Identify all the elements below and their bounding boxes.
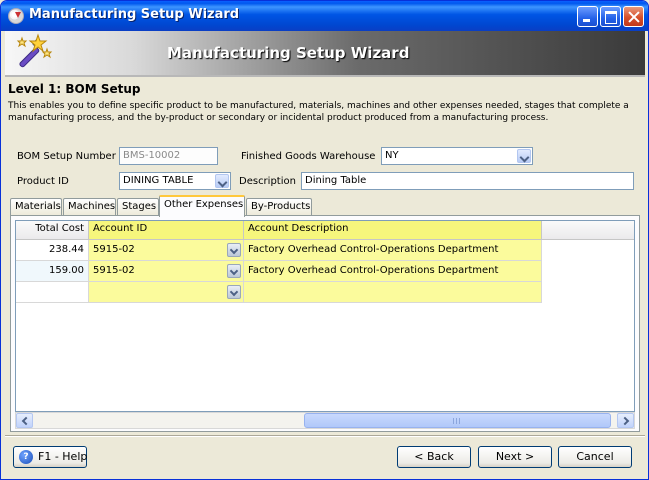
help-button-label: F1 - Help [38, 450, 88, 463]
description-field[interactable]: Dining Table [301, 172, 634, 190]
total-cost-cell[interactable] [16, 282, 89, 303]
account-description-cell[interactable] [244, 282, 542, 303]
total-cost-cell[interactable]: 238.44 [16, 240, 89, 261]
table-row-new[interactable] [16, 282, 634, 303]
cancel-button[interactable]: Cancel [558, 446, 632, 468]
account-id-cell[interactable]: 5915-02 [89, 240, 244, 261]
page-description: This enables you to define specific prod… [8, 101, 629, 123]
product-id-value: DINING TABLE [123, 175, 194, 186]
maximize-button[interactable] [600, 6, 621, 27]
help-button[interactable]: ? F1 - Help [13, 446, 87, 468]
chevron-down-icon[interactable] [215, 174, 229, 188]
page-title: Level 1: BOM Setup [8, 82, 141, 96]
account-id-value: 5915-02 [93, 265, 135, 276]
divider [5, 75, 645, 77]
description-label: Description [239, 176, 296, 187]
table-row[interactable]: 238.44 5915-02 Factory Overhead Control-… [16, 240, 634, 261]
wizard-banner: Manufacturing Setup Wizard [5, 31, 645, 75]
next-button[interactable]: Next > [478, 446, 552, 468]
scroll-left-icon[interactable] [16, 413, 33, 428]
finished-goods-warehouse-select[interactable]: NY [381, 147, 533, 165]
magic-wand-icon [16, 33, 53, 68]
app-icon [8, 8, 24, 24]
account-id-cell[interactable] [89, 282, 244, 303]
column-header-account-description[interactable]: Account Description [244, 221, 542, 240]
chevron-down-icon[interactable] [227, 285, 241, 299]
account-id-cell[interactable]: 5915-02 [89, 261, 244, 282]
product-id-label: Product ID [17, 176, 69, 187]
other-expenses-panel: Total Cost Account ID Account Descriptio… [10, 215, 640, 432]
tab-strip: Materials Machines Stages Other Expenses… [10, 195, 640, 217]
title-bar[interactable]: Manufacturing Setup Wizard [1, 1, 648, 31]
product-id-select[interactable]: DINING TABLE [119, 172, 231, 190]
tab-other-expenses[interactable]: Other Expenses [159, 195, 245, 217]
chevron-down-icon[interactable] [227, 243, 241, 257]
total-cost-cell[interactable]: 159.00 [16, 261, 89, 282]
tab-stages[interactable]: Stages [117, 198, 159, 216]
column-header-blank [542, 221, 634, 240]
minimize-button[interactable] [577, 6, 598, 27]
help-icon: ? [19, 450, 33, 464]
wizard-window: Manufacturing Setup Wizard Manufacturing… [0, 0, 649, 480]
expenses-grid: Total Cost Account ID Account Descriptio… [15, 220, 635, 412]
column-header-total-cost[interactable]: Total Cost [16, 221, 89, 240]
scrollbar-thumb[interactable] [304, 413, 611, 428]
close-button[interactable] [623, 6, 644, 27]
window-title: Manufacturing Setup Wizard [29, 7, 240, 22]
horizontal-scrollbar[interactable] [15, 412, 635, 429]
account-description-cell[interactable]: Factory Overhead Control-Operations Depa… [244, 240, 542, 261]
tab-by-products[interactable]: By-Products [246, 198, 312, 216]
finished-goods-warehouse-value: NY [385, 150, 399, 161]
column-header-account-id[interactable]: Account ID [89, 221, 244, 240]
banner-title: Manufacturing Setup Wizard [167, 44, 410, 62]
chevron-down-icon[interactable] [227, 264, 241, 278]
divider [5, 435, 645, 437]
finished-goods-warehouse-label: Finished Goods Warehouse [241, 151, 376, 162]
table-row[interactable]: 159.00 5915-02 Factory Overhead Control-… [16, 261, 634, 282]
tab-materials[interactable]: Materials [10, 198, 62, 216]
bom-setup-number-label: BOM Setup Number [17, 151, 116, 162]
account-description-cell[interactable]: Factory Overhead Control-Operations Depa… [244, 261, 542, 282]
back-button[interactable]: < Back [397, 446, 471, 468]
account-id-value: 5915-02 [93, 244, 135, 255]
bom-setup-number-field[interactable]: BMS-10002 [119, 147, 218, 165]
scroll-right-icon[interactable] [617, 413, 634, 428]
chevron-down-icon[interactable] [517, 149, 531, 163]
tab-machines[interactable]: Machines [63, 198, 116, 216]
grid-header: Total Cost Account ID Account Descriptio… [16, 221, 634, 240]
